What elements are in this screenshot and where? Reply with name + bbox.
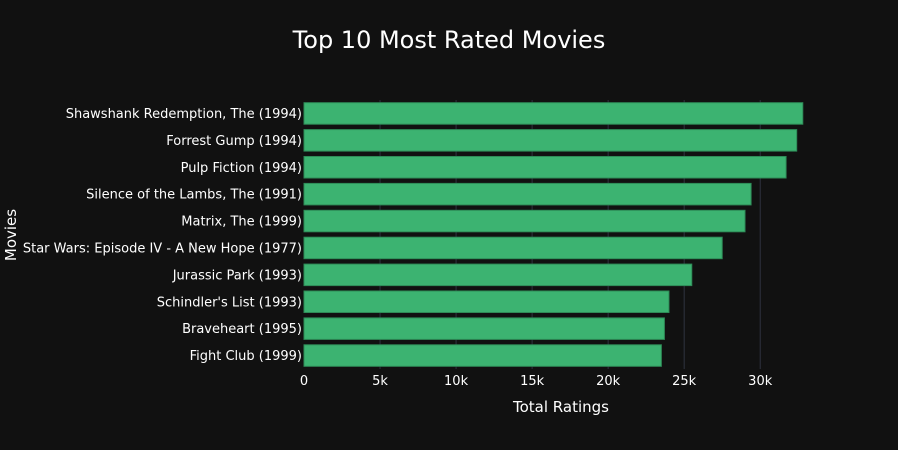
bar: [303, 317, 665, 340]
category-label: Pulp Fiction (1994): [181, 161, 302, 176]
category-label: Shawshank Redemption, The (1994): [66, 107, 302, 122]
x-tick-label: 20k: [596, 374, 621, 389]
bar: [303, 182, 752, 206]
bar: [303, 209, 746, 233]
x-tick-label: 0: [300, 374, 308, 389]
category-label: Braveheart (1995): [182, 322, 302, 337]
x-tick-label: 10k: [444, 374, 469, 389]
x-tick-labels: 0 5k 10k 15k 20k 25k 30k: [300, 374, 773, 389]
category-label: Matrix, The (1999): [181, 215, 302, 230]
category-label: Star Wars: Episode IV - A New Hope (1977…: [23, 241, 302, 256]
bar: [303, 102, 804, 125]
y-axis-title: Movies: [2, 209, 20, 261]
bar: [303, 344, 662, 367]
x-tick-label: 5k: [372, 374, 388, 389]
bar: [303, 290, 670, 314]
category-labels: Shawshank Redemption, The (1994) Forrest …: [23, 107, 302, 364]
x-tick-label: 30k: [748, 374, 773, 389]
x-tick-label: 15k: [520, 374, 545, 389]
category-label: Silence of the Lambs, The (1991): [86, 188, 302, 203]
x-axis-title: Total Ratings: [512, 398, 609, 416]
bar: [303, 263, 693, 287]
x-tick-label: 25k: [672, 374, 697, 389]
category-label: Forrest Gump (1994): [166, 134, 302, 149]
bar-chart: Shawshank Redemption, The (1994) Forrest …: [2, 100, 804, 416]
bar: [303, 155, 787, 179]
chart-root: Top 10 Most Rated Movies Shawshank Redem…: [0, 0, 898, 450]
bar: [303, 129, 798, 152]
bars: [303, 102, 804, 367]
category-label: Schindler's List (1993): [157, 295, 302, 310]
category-label: Fight Club (1999): [190, 349, 302, 364]
category-label: Jurassic Park (1993): [172, 268, 302, 283]
bar: [303, 236, 723, 260]
